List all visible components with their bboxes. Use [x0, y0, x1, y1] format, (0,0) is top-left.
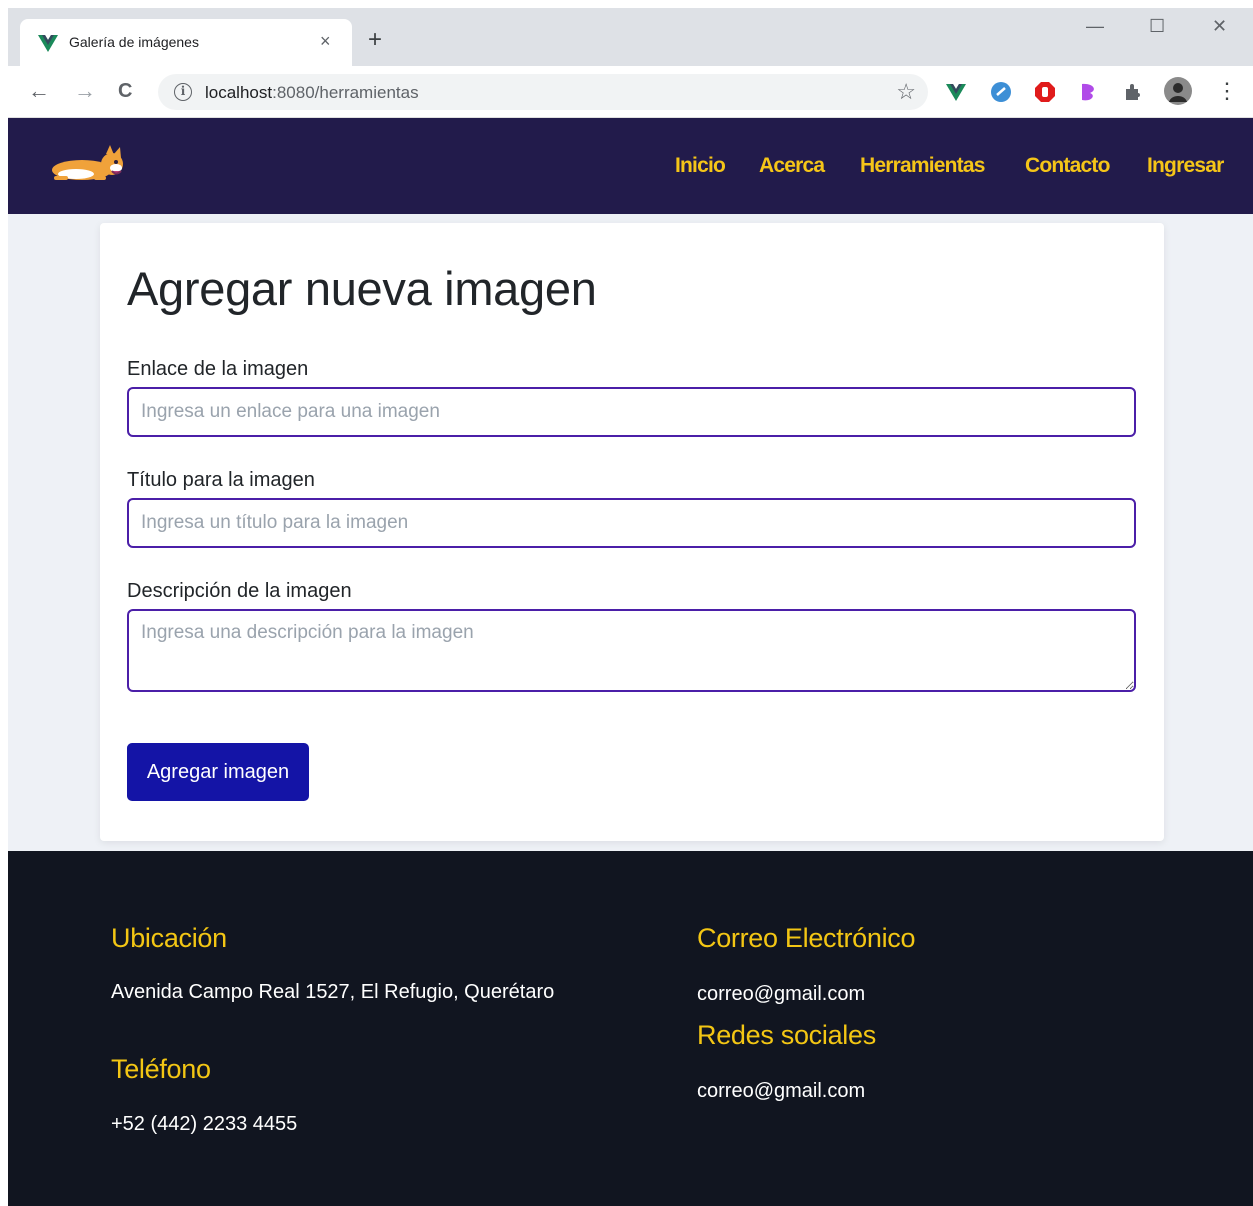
nav-link-herramientas[interactable]: Herramientas — [860, 154, 985, 178]
close-window-button[interactable]: ✕ — [1212, 16, 1227, 36]
minimize-button[interactable]: — — [1086, 16, 1104, 36]
tab-strip: Galería de imágenes × + — ☐ ✕ — [8, 8, 1253, 66]
image-title-label: Título para la imagen — [127, 469, 315, 491]
add-image-button[interactable]: Agregar imagen — [127, 743, 309, 801]
bookmark-star-icon[interactable]: ☆ — [896, 79, 916, 105]
nav-link-inicio[interactable]: Inicio — [675, 154, 726, 178]
vue-logo-icon — [38, 35, 58, 52]
image-description-textarea[interactable] — [127, 609, 1136, 692]
image-link-input[interactable] — [127, 387, 1136, 437]
back-button[interactable]: ← — [28, 80, 50, 102]
image-title-input[interactable] — [127, 498, 1136, 548]
reload-button[interactable]: C — [118, 80, 132, 102]
profile-avatar[interactable] — [1164, 77, 1192, 105]
maximize-button[interactable]: ☐ — [1149, 16, 1165, 36]
phone-heading: Teléfono — [111, 1054, 211, 1084]
adblock-icon[interactable] — [1034, 81, 1056, 103]
social-heading: Redes sociales — [697, 1020, 876, 1050]
browser-window: Galería de imágenes × + — ☐ ✕ ← → C i lo… — [8, 8, 1253, 1206]
address-bar[interactable]: i localhost:8080/herramientas ☆ — [158, 74, 928, 110]
browser-toolbar: ← → C i localhost:8080/herramientas ☆ ⋮ — [8, 66, 1253, 118]
info-icon[interactable]: i — [174, 83, 192, 101]
url-host: localhost — [205, 83, 273, 102]
browser-tab[interactable]: Galería de imágenes × — [20, 19, 352, 66]
url-path: :8080/herramientas — [272, 83, 419, 102]
corgi-logo-icon[interactable] — [46, 142, 132, 190]
social-text: correo@gmail.com — [697, 1080, 866, 1102]
nav-link-ingresar[interactable]: Ingresar — [1147, 154, 1224, 178]
location-heading: Ubicación — [111, 923, 227, 953]
app-navbar: Inicio Acerca Herramientas Contacto Ingr… — [8, 118, 1253, 214]
page-title: Agregar nueva imagen — [127, 262, 597, 315]
tab-title: Galería de imágenes — [69, 34, 199, 50]
add-image-card: Agregar nueva imagen Enlace de la imagen… — [100, 223, 1164, 841]
vue-devtools-icon[interactable] — [945, 81, 967, 103]
extension-blue-icon[interactable] — [990, 81, 1012, 103]
site-footer: Ubicación Avenida Campo Real 1527, El Re… — [8, 851, 1253, 1206]
email-heading: Correo Electrónico — [697, 923, 916, 953]
forward-button[interactable]: → — [74, 80, 96, 102]
url-text: localhost:8080/herramientas — [205, 83, 419, 103]
image-link-label: Enlace de la imagen — [127, 358, 309, 380]
extension-purple-icon[interactable] — [1078, 81, 1100, 103]
tab-close-icon[interactable]: × — [320, 31, 331, 51]
location-text: Avenida Campo Real 1527, El Refugio, Que… — [111, 981, 555, 1003]
phone-text: +52 (442) 2233 4455 — [111, 1113, 298, 1135]
image-description-label: Descripción de la imagen — [127, 580, 352, 602]
email-text: correo@gmail.com — [697, 983, 866, 1005]
browser-menu-icon[interactable]: ⋮ — [1216, 80, 1238, 102]
nav-link-contacto[interactable]: Contacto — [1025, 154, 1110, 178]
extensions-puzzle-icon[interactable] — [1122, 81, 1144, 103]
new-tab-button[interactable]: + — [368, 27, 382, 53]
nav-link-acerca[interactable]: Acerca — [759, 154, 825, 178]
